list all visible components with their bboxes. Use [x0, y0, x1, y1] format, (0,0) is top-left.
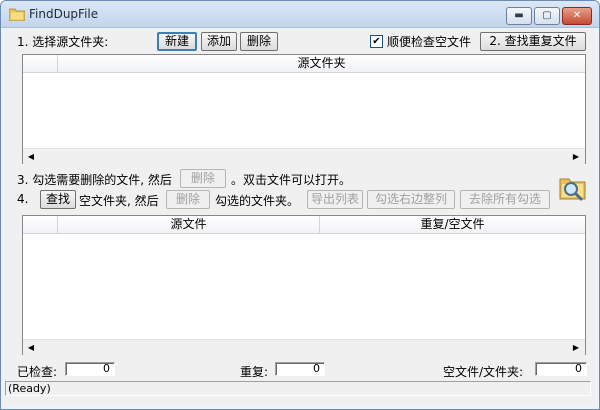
scroll-left-icon[interactable]: ◀: [23, 149, 39, 164]
results-list-check-column[interactable]: [23, 216, 58, 234]
results-list-scrollbar[interactable]: ◀ ▶: [23, 339, 585, 355]
scroll-right-icon[interactable]: ▶: [568, 149, 584, 164]
step4-mid-text: 空文件夹, 然后: [79, 194, 159, 208]
step4-after-text: 勾选的文件夹。: [215, 194, 300, 208]
maximize-button[interactable]: ▢: [534, 7, 560, 25]
step1-label: 1. 选择源文件夹:: [17, 35, 109, 49]
source-list-scrollbar[interactable]: ◀ ▶: [23, 148, 585, 164]
source-list-header: 源文件夹: [23, 55, 585, 73]
find-empty-folders-button[interactable]: 查找: [40, 190, 76, 209]
close-button[interactable]: ✕: [562, 7, 592, 25]
checked-count-value: 0: [65, 362, 115, 376]
new-folder-button[interactable]: 新建: [157, 32, 197, 51]
window-title: FindDupFile: [29, 7, 99, 21]
app-window: FindDupFile ▬ ▢ ✕ 1. 选择源文件夹: 新建 添加 删除 ✔ …: [0, 0, 600, 410]
export-list-button[interactable]: 导出列表: [307, 190, 363, 209]
folder-search-icon[interactable]: [558, 173, 588, 203]
duplicate-file-column-header[interactable]: 重复/空文件: [320, 216, 585, 234]
delete-files-button[interactable]: 删除: [180, 169, 226, 188]
delete-folder-button[interactable]: 删除: [240, 32, 278, 51]
checked-count-label: 已检查:: [17, 365, 58, 379]
add-folder-button[interactable]: 添加: [201, 32, 237, 51]
client-area: 1. 选择源文件夹: 新建 添加 删除 ✔ 顺便检查空文件 2. 查找重复文件 …: [5, 29, 595, 405]
app-folder-icon: [9, 8, 25, 21]
check-empty-label: 顺便检查空文件: [387, 35, 472, 49]
check-right-column-button[interactable]: 勾选右边整列: [367, 190, 455, 209]
title-bar[interactable]: FindDupFile ▬ ▢ ✕: [1, 1, 599, 28]
empty-count-label: 空文件/文件夹:: [443, 365, 524, 379]
scroll-left-icon[interactable]: ◀: [23, 340, 39, 355]
status-text: (Ready): [8, 382, 51, 395]
step3-hint: 。双击文件可以打开。: [231, 173, 352, 187]
duplicate-count-value: 0: [275, 362, 325, 376]
status-bar: (Ready): [5, 381, 591, 396]
find-duplicates-button[interactable]: 2. 查找重复文件: [480, 32, 586, 51]
source-folder-list[interactable]: 源文件夹 ◀ ▶: [22, 54, 586, 164]
results-list-header: 源文件 重复/空文件: [23, 216, 585, 234]
duplicate-count-label: 重复:: [240, 365, 269, 379]
results-list[interactable]: 源文件 重复/空文件 ◀ ▶: [22, 215, 586, 355]
empty-count-value: 0: [535, 362, 587, 376]
minimize-button[interactable]: ▬: [506, 7, 532, 25]
source-folder-column-header[interactable]: 源文件夹: [58, 55, 585, 73]
check-empty-checkbox[interactable]: ✔: [370, 35, 383, 48]
uncheck-all-button[interactable]: 去除所有勾选: [460, 190, 550, 209]
step3-label: 3. 勾选需要删除的文件, 然后: [17, 173, 172, 187]
source-file-column-header[interactable]: 源文件: [58, 216, 320, 234]
delete-folders-button[interactable]: 删除: [166, 190, 210, 209]
step4-prefix: 4.: [17, 192, 29, 206]
scroll-right-icon[interactable]: ▶: [568, 340, 584, 355]
source-list-check-column[interactable]: [23, 55, 58, 73]
